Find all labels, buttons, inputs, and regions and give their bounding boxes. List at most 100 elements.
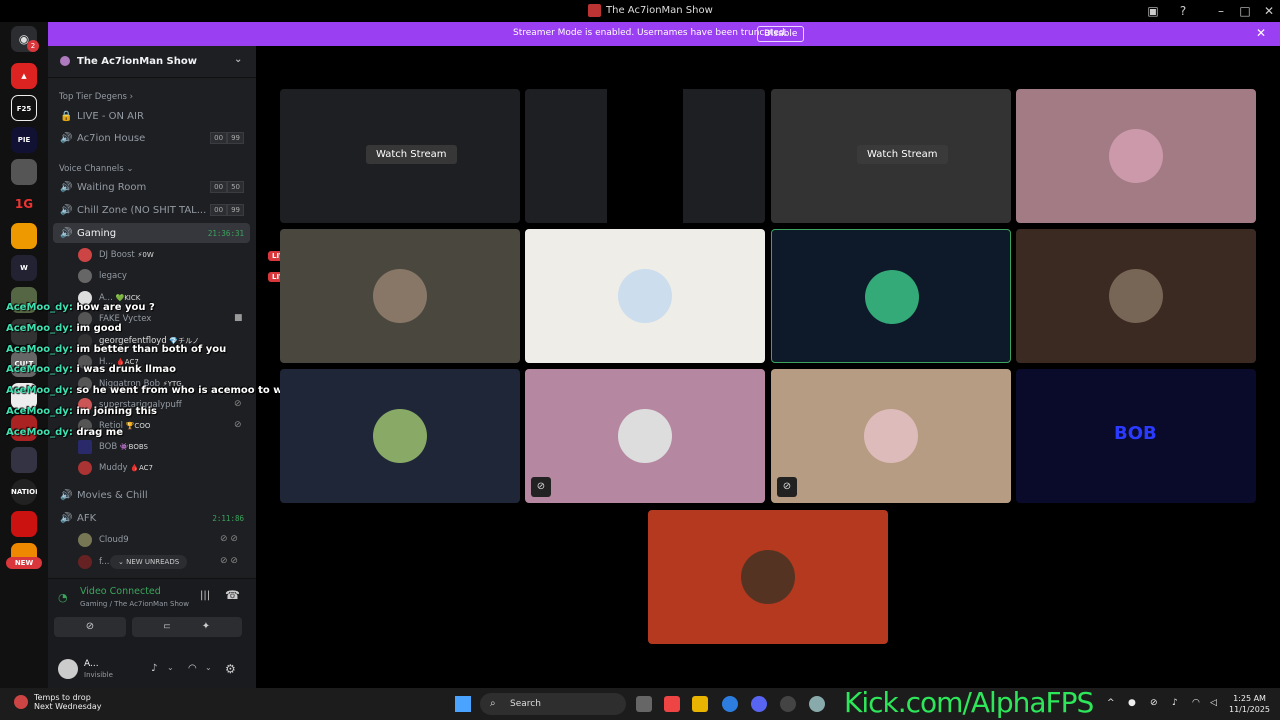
discord-icon[interactable] [751, 696, 767, 712]
voice-user[interactable]: Cloud9 [78, 531, 129, 549]
stream-tile[interactable]: Watch Stream [771, 89, 1011, 223]
taskbar-clock[interactable]: 1:25 AM 11/1/2025 [1229, 693, 1270, 715]
network-off-icon[interactable]: ⊘ [1150, 698, 1158, 708]
username: Muddy [99, 463, 128, 473]
avatar [373, 269, 427, 323]
maximize-button[interactable]: □ [1236, 2, 1254, 20]
speaker-icon: 🔊 [60, 181, 73, 193]
channel-movies[interactable]: 🔊 Movies & Chill [53, 485, 250, 505]
speaker-icon: 🔊 [60, 512, 73, 524]
signal-icon[interactable]: ◔ [58, 591, 68, 604]
stream-tile[interactable]: Watch Stream [280, 89, 520, 223]
watch-stream-button[interactable]: Watch Stream [366, 145, 457, 164]
video-tile[interactable]: ⊘ [525, 369, 765, 503]
voice-user[interactable]: DJ Boost ⚡0W [78, 246, 154, 264]
chat-username: AceMoo_dy: [6, 364, 73, 376]
tray-app-icon[interactable]: ● [1128, 698, 1136, 708]
app-icon[interactable] [780, 696, 796, 712]
video-tile[interactable] [280, 369, 520, 503]
new-unreads-pill[interactable]: NEW [6, 557, 42, 569]
avatar [741, 550, 795, 604]
channel-label: Movies & Chill [77, 489, 148, 501]
microphone-icon[interactable]: ♪ [151, 663, 157, 674]
avatar-icon[interactable] [11, 159, 37, 185]
settings-icon[interactable] [809, 696, 825, 712]
voice-user[interactable]: Muddy 🩸AC7 [78, 459, 153, 477]
stream-tile[interactable] [525, 89, 765, 223]
pie-icon[interactable]: PIE [11, 127, 37, 153]
voice-location[interactable]: Gaming / The Ac7ionMan Show [80, 600, 189, 608]
disable-button[interactable]: Disable [757, 26, 805, 42]
avatar[interactable] [58, 659, 78, 679]
user-limit-count: 99 [227, 204, 244, 216]
chevron-down-icon[interactable]: ⌄ [205, 663, 212, 672]
task-view-icon[interactable] [636, 696, 652, 712]
channel-label: Chill Zone (NO SHIT TAL... [77, 204, 207, 216]
new-unreads-button[interactable]: ⌄ NEW UNREADS [110, 555, 188, 569]
minimize-button[interactable]: – [1212, 2, 1230, 20]
inbox-icon[interactable]: ▣ [1144, 2, 1162, 20]
chat-message: drag me [76, 426, 123, 438]
nation-icon[interactable]: NATION [11, 479, 37, 505]
search-icon: ⌕ [490, 698, 496, 709]
burger-icon[interactable] [11, 223, 37, 249]
close-icon[interactable]: ✕ [1256, 26, 1266, 40]
video-tile[interactable] [771, 229, 1011, 363]
user-limit-count: 50 [227, 181, 244, 193]
microphone-icon[interactable]: ♪ [1172, 698, 1178, 708]
voice-user[interactable]: f... [78, 553, 109, 571]
voice-user[interactable]: legacy [78, 267, 127, 285]
video-tile[interactable]: BOB [1016, 369, 1256, 503]
channel-waiting-room[interactable]: 🔊 Waiting Room 00 50 [53, 177, 250, 197]
worlds-icon[interactable]: W [11, 255, 37, 281]
server-logo-icon [588, 4, 601, 17]
volume-icon[interactable]: ◁ [1210, 698, 1217, 708]
channel-live-on-air[interactable]: 🔒 LIVE - ON AIR [53, 106, 250, 126]
streamer-mode-banner: Streamer Mode is enabled. Usernames have… [0, 22, 1280, 46]
gear-icon[interactable]: ⚙ [225, 662, 236, 676]
chrome-icon[interactable] [722, 696, 738, 712]
video-tile[interactable]: ⊘ [771, 369, 1011, 503]
windows-start-icon[interactable] [455, 696, 471, 712]
video-tile[interactable] [280, 229, 520, 363]
activities-button[interactable]: ✦ [170, 617, 242, 637]
taskbar-search[interactable]: ⌕ Search [480, 693, 626, 715]
chevron-up-icon[interactable]: ^ [1107, 698, 1115, 708]
video-tile[interactable] [1016, 89, 1256, 223]
bulls-icon[interactable] [11, 511, 37, 537]
video-tile[interactable] [1016, 229, 1256, 363]
new-unreads-label: NEW UNREADS [126, 558, 180, 566]
1g-icon[interactable]: 1G [11, 191, 37, 217]
channel-chill-zone[interactable]: 🔊 Chill Zone (NO SHIT TAL... 00 99 [53, 200, 250, 220]
channel-gaming[interactable]: 🔊 Gaming 21:36:31 [53, 223, 250, 243]
video-tile[interactable] [648, 510, 888, 644]
weather-widget[interactable]: Temps to drop Next Wednesday [14, 693, 102, 711]
wifi-icon[interactable]: ◠ [1192, 698, 1200, 708]
headset-icon[interactable]: ◠ [188, 663, 197, 674]
chat-username: AceMoo_dy: [6, 343, 73, 355]
server-header[interactable]: The Ac7ionMan Show ⌄ [48, 46, 256, 78]
file-explorer-icon[interactable] [692, 696, 708, 712]
fps-icon[interactable]: F25 [11, 95, 37, 121]
camera-off-button[interactable]: ⊘ [54, 617, 126, 637]
voice-status[interactable]: Video Connected [80, 586, 161, 597]
server-icon[interactable] [11, 447, 37, 473]
stream-preview [607, 89, 683, 223]
category-voice[interactable]: Voice Channels ⌄ [59, 164, 133, 174]
chevron-down-icon[interactable]: ⌄ [167, 663, 174, 672]
watch-stream-button[interactable]: Watch Stream [857, 145, 948, 164]
speaker-icon: 🔊 [60, 489, 73, 501]
help-icon[interactable]: ? [1174, 2, 1192, 20]
channel-ac7ion-house[interactable]: 🔊 Ac7ion House 00 99 [53, 128, 250, 148]
video-tile[interactable] [525, 229, 765, 363]
channel-afk[interactable]: 🔊 AFK 2:11:86 [53, 508, 250, 528]
disconnect-icon[interactable]: ☎ [225, 588, 240, 602]
gamer-icon[interactable]: ▲ [11, 63, 37, 89]
close-window-button[interactable]: ✕ [1260, 2, 1278, 20]
store-icon[interactable] [664, 696, 680, 712]
noise-suppression-icon[interactable]: ||| [200, 590, 210, 601]
category-top-tier[interactable]: Top Tier Degens › [59, 92, 133, 102]
avatar [373, 409, 427, 463]
user-tag: 🩸AC7 [130, 464, 153, 472]
account-name[interactable]: A... [84, 659, 99, 669]
